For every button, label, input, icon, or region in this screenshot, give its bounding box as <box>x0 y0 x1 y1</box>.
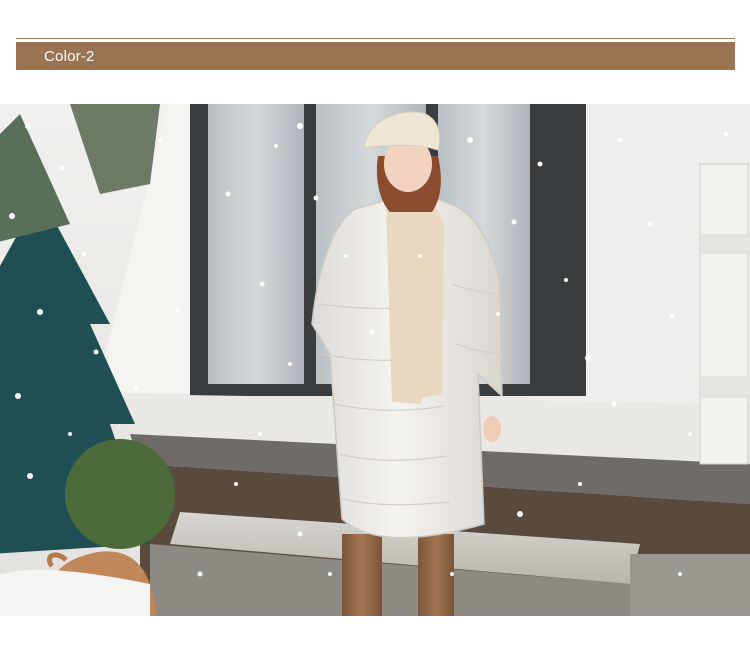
stone-block <box>630 554 750 616</box>
plant-leaves <box>65 439 175 549</box>
left-boot <box>342 534 382 616</box>
post-rail-upper <box>700 234 750 254</box>
post-rail-lower <box>700 376 750 398</box>
color-label: Color-2 <box>44 47 95 65</box>
color-banner: Color-2 <box>16 42 735 70</box>
top-rule <box>16 38 735 39</box>
product-photo <box>0 104 750 616</box>
curtain-left <box>208 104 304 384</box>
knit-sweater <box>386 198 444 404</box>
wood-post <box>699 163 749 465</box>
right-boot <box>418 534 454 616</box>
right-hand <box>483 416 501 442</box>
